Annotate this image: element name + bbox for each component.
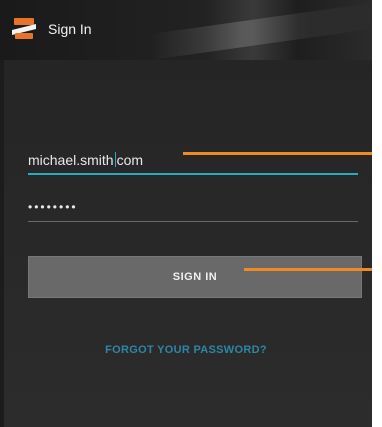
page-margin bbox=[372, 0, 382, 427]
app-logo-icon[interactable] bbox=[12, 18, 36, 40]
password-field-value: •••••••• bbox=[28, 200, 78, 214]
text-cursor bbox=[114, 152, 116, 167]
email-field[interactable]: michael.smith com bbox=[28, 145, 358, 175]
email-field-underline bbox=[28, 173, 358, 175]
callout-line-signin bbox=[244, 268, 372, 271]
password-field-underline bbox=[28, 221, 358, 222]
sign-in-button[interactable]: SIGN IN bbox=[28, 256, 362, 298]
email-field-value: michael.smith com bbox=[28, 152, 144, 168]
callout-line-email bbox=[183, 152, 372, 155]
action-bar: Sign In bbox=[0, 0, 380, 61]
password-field[interactable]: •••••••• bbox=[28, 192, 358, 222]
sign-in-screen: Sign In michael.smith com •••••••• SIGN I… bbox=[0, 0, 382, 427]
action-bar-highlight bbox=[150, 1, 380, 61]
form-area bbox=[4, 60, 372, 427]
forgot-password-link[interactable]: FORGOT YOUR PASSWORD? bbox=[0, 344, 372, 356]
page-title: Sign In bbox=[48, 21, 92, 37]
